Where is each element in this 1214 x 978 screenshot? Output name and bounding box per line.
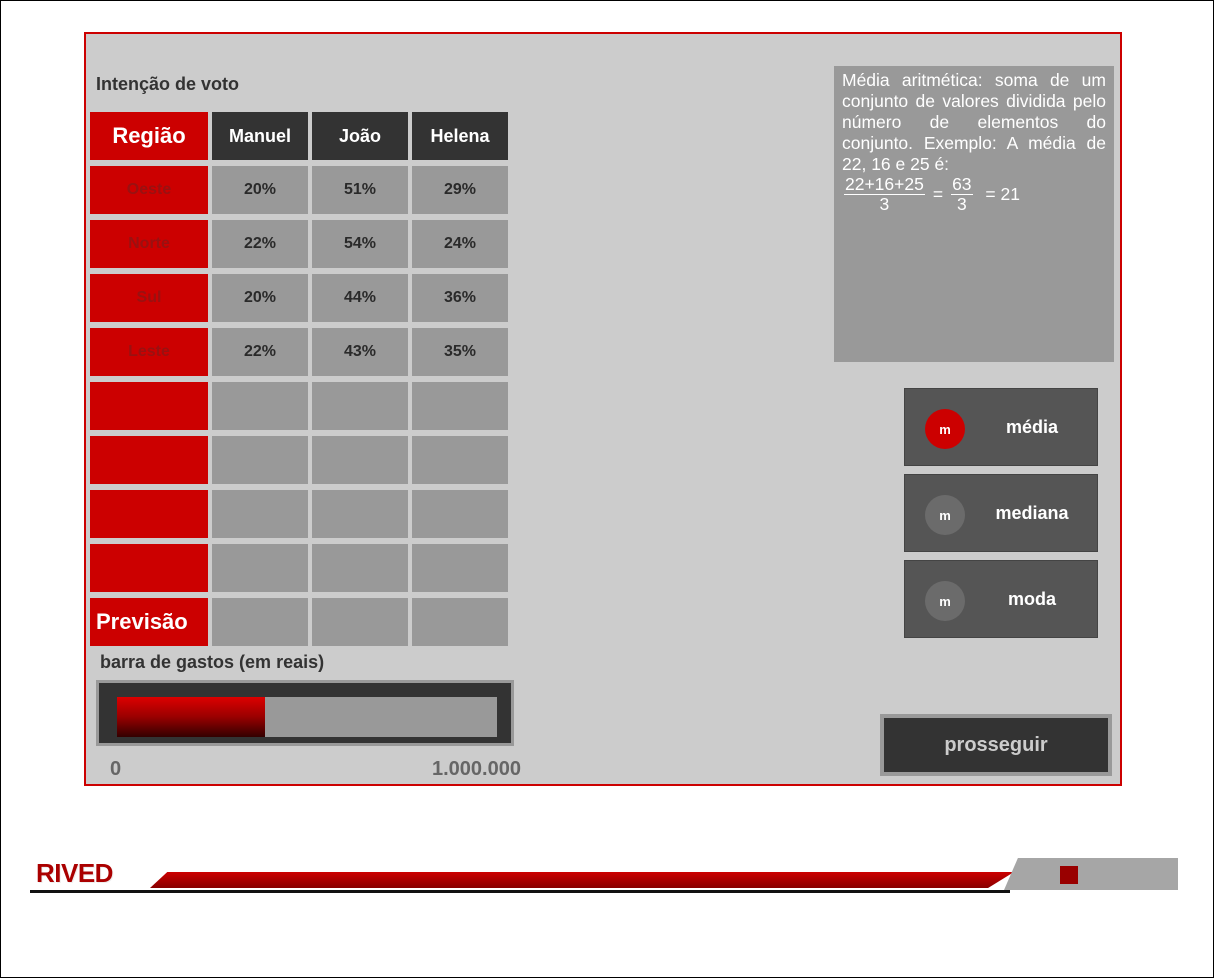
- moda-indicator-icon: m: [925, 581, 965, 621]
- value-cell: 51%: [312, 166, 408, 214]
- empty-value-cell[interactable]: [412, 436, 508, 484]
- value-cell: 35%: [412, 328, 508, 376]
- footer-red-stripe: [150, 872, 1014, 888]
- region-header: Região: [90, 112, 208, 160]
- value-cell: 22%: [212, 328, 308, 376]
- empty-value-cell[interactable]: [312, 490, 408, 538]
- footer-gray-tab: [1004, 858, 1178, 890]
- empty-region-cell[interactable]: [90, 490, 208, 538]
- info-box: Média aritmética: soma de um conjunto de…: [834, 66, 1114, 362]
- empty-region-cell[interactable]: [90, 544, 208, 592]
- empty-value-cell[interactable]: [212, 544, 308, 592]
- info-text: Média aritmética: soma de um conjunto de…: [842, 70, 1106, 174]
- fraction-sum-denominator: 3: [879, 194, 890, 214]
- spending-max-label: 1.000.000: [432, 758, 521, 780]
- media-button[interactable]: m média: [904, 388, 1098, 466]
- activity-panel: Intenção de voto Região Manuel João Helena O…: [84, 32, 1122, 786]
- rived-logo: RIVED: [36, 858, 113, 888]
- vote-intention-title: Intenção de voto: [96, 74, 240, 94]
- empty-value-cell[interactable]: [412, 490, 508, 538]
- candidate-header: Helena: [412, 112, 508, 160]
- value-cell: 44%: [312, 274, 408, 322]
- value-cell: 20%: [212, 166, 308, 214]
- moda-button-label: moda: [1007, 588, 1056, 609]
- equals-sign: =: [932, 184, 944, 204]
- empty-value-cell[interactable]: [312, 436, 408, 484]
- moda-button[interactable]: m moda: [904, 560, 1098, 638]
- region-cell: Sul: [90, 274, 208, 322]
- media-indicator-icon: m: [925, 409, 965, 449]
- fraction-total-denominator: 3: [956, 194, 967, 214]
- forecast-cell[interactable]: [312, 598, 408, 646]
- footer-square-icon[interactable]: [1060, 866, 1078, 884]
- empty-value-cell[interactable]: [312, 382, 408, 430]
- empty-value-cell[interactable]: [212, 436, 308, 484]
- value-cell: 22%: [212, 220, 308, 268]
- value-cell: 29%: [412, 166, 508, 214]
- prosseguir-button[interactable]: prosseguir: [880, 714, 1112, 776]
- value-cell: 24%: [412, 220, 508, 268]
- empty-value-cell[interactable]: [312, 544, 408, 592]
- empty-value-cell[interactable]: [412, 544, 508, 592]
- spending-bar-title: barra de gastos (em reais): [100, 652, 325, 672]
- mediana-button[interactable]: m mediana: [904, 474, 1098, 552]
- value-cell: 43%: [312, 328, 408, 376]
- empty-region-cell[interactable]: [90, 382, 208, 430]
- forecast-label: Previsão: [90, 598, 208, 646]
- empty-value-cell[interactable]: [212, 490, 308, 538]
- region-cell: Norte: [90, 220, 208, 268]
- value-cell: 36%: [412, 274, 508, 322]
- mediana-indicator-icon: m: [925, 495, 965, 535]
- value-cell: 20%: [212, 274, 308, 322]
- fraction-sum-numerator: 22+16+25: [844, 174, 925, 195]
- fraction-total: 63 3: [951, 174, 973, 214]
- footer-divider: [30, 890, 1010, 893]
- region-cell: Leste: [90, 328, 208, 376]
- forecast-cell[interactable]: [412, 598, 508, 646]
- spending-bar-track: [117, 697, 497, 737]
- empty-value-cell[interactable]: [412, 382, 508, 430]
- spending-min-label: 0: [110, 758, 122, 780]
- value-cell: 54%: [312, 220, 408, 268]
- fraction-sum: 22+16+25 3: [844, 175, 925, 214]
- region-cell: Oeste: [90, 166, 208, 214]
- media-button-label: média: [1005, 416, 1059, 437]
- empty-region-cell[interactable]: [90, 436, 208, 484]
- result-text: = 21: [985, 184, 1020, 204]
- fraction-total-numerator: 63: [951, 174, 973, 195]
- mediana-button-label: mediana: [995, 502, 1069, 523]
- spending-bar: [96, 680, 514, 746]
- forecast-cell[interactable]: [212, 598, 308, 646]
- candidate-header: Manuel: [212, 112, 308, 160]
- empty-value-cell[interactable]: [212, 382, 308, 430]
- candidate-header: João: [312, 112, 408, 160]
- spending-bar-fill: [117, 697, 266, 737]
